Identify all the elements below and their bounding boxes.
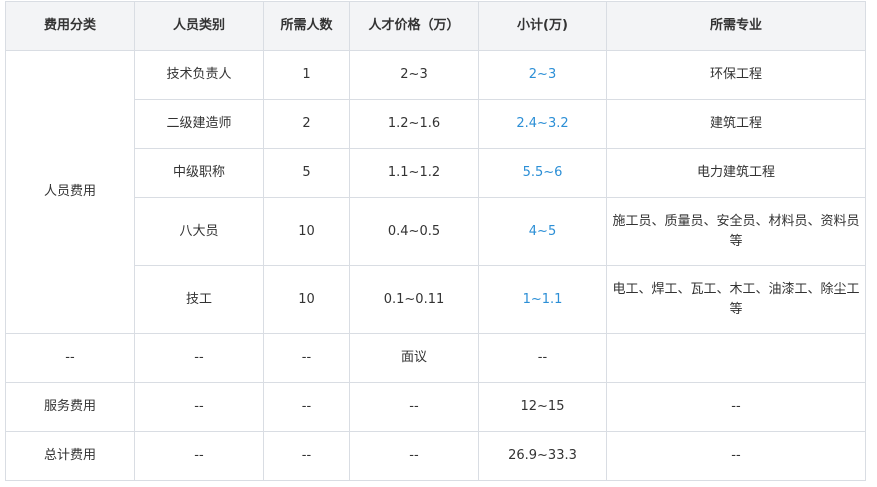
subtotal-cell: 2.4~3.2 <box>478 99 607 149</box>
type-cell: 技工 <box>134 265 264 334</box>
header-personnel-type: 人员类别 <box>134 1 264 51</box>
major-cell <box>606 333 866 383</box>
type-cell: 技术负责人 <box>134 50 264 100</box>
major-cell: 建筑工程 <box>606 99 866 149</box>
price-cell: 0.4~0.5 <box>349 197 479 266</box>
major-cell: 施工员、质量员、安全员、材料员、资料员等 <box>606 197 866 266</box>
cost-table: 费用分类 人员类别 所需人数 人才价格（万） 小计(万) 所需专业 人员费用 技… <box>5 1 866 481</box>
price-cell: 2~3 <box>349 50 479 100</box>
type-cell: 中级职称 <box>134 148 264 198</box>
major-cell: 环保工程 <box>606 50 866 100</box>
category-cell: 人员费用 <box>5 50 135 334</box>
type-cell: -- <box>134 333 264 383</box>
table-row: 二级建造师 2 1.2~1.6 2.4~3.2 建筑工程 <box>6 99 866 149</box>
total-row: 总计费用 -- -- -- 26.9~33.3 -- <box>5 431 866 481</box>
count-cell: 10 <box>263 265 350 334</box>
price-cell: 面议 <box>349 333 479 383</box>
table-row: 技工 10 0.1~0.11 1~1.1 电工、焊工、瓦工、木工、油漆工、除尘工… <box>6 265 866 334</box>
count-cell: 5 <box>263 148 350 198</box>
subtotal-cell: -- <box>478 333 607 383</box>
price-cell: -- <box>349 431 479 481</box>
subtotal-cell: 1~1.1 <box>478 265 607 334</box>
header-cost-category: 费用分类 <box>5 1 135 51</box>
count-cell: 2 <box>263 99 350 149</box>
header-headcount: 所需人数 <box>263 1 350 51</box>
count-cell: -- <box>263 382 350 432</box>
major-cell: -- <box>606 431 866 481</box>
price-cell: 0.1~0.11 <box>349 265 479 334</box>
category-cell: 服务费用 <box>5 382 135 432</box>
header-required-major: 所需专业 <box>606 1 866 51</box>
count-cell: 10 <box>263 197 350 266</box>
major-cell: 电力建筑工程 <box>606 148 866 198</box>
type-cell: -- <box>134 382 264 432</box>
count-cell: 1 <box>263 50 350 100</box>
price-cell: -- <box>349 382 479 432</box>
misc-row: -- -- -- 面议 -- <box>5 333 866 383</box>
subtotal-cell: 2~3 <box>478 50 607 100</box>
table-header-row: 费用分类 人员类别 所需人数 人才价格（万） 小计(万) 所需专业 <box>5 1 866 51</box>
subtotal-cell: 5.5~6 <box>478 148 607 198</box>
major-cell: 电工、焊工、瓦工、木工、油漆工、除尘工等 <box>606 265 866 334</box>
service-row: 服务费用 -- -- -- 12~15 -- <box>5 382 866 432</box>
type-cell: 八大员 <box>134 197 264 266</box>
category-cell: 总计费用 <box>5 431 135 481</box>
major-cell: -- <box>606 382 866 432</box>
table-row: 人员费用 技术负责人 1 2~3 2~3 环保工程 <box>5 50 866 334</box>
price-cell: 1.2~1.6 <box>349 99 479 149</box>
table-row: 中级职称 5 1.1~1.2 5.5~6 电力建筑工程 <box>6 148 866 198</box>
header-talent-price: 人才价格（万） <box>349 1 479 51</box>
count-cell: -- <box>263 333 350 383</box>
count-cell: -- <box>263 431 350 481</box>
subtotal-cell: 26.9~33.3 <box>478 431 607 481</box>
price-cell: 1.1~1.2 <box>349 148 479 198</box>
header-subtotal: 小计(万) <box>478 1 607 51</box>
subtotal-cell: 4~5 <box>478 197 607 266</box>
subtotal-cell: 12~15 <box>478 382 607 432</box>
category-cell: -- <box>5 333 135 383</box>
table-row: 八大员 10 0.4~0.5 4~5 施工员、质量员、安全员、材料员、资料员等 <box>6 197 866 266</box>
type-cell: -- <box>134 431 264 481</box>
type-cell: 二级建造师 <box>134 99 264 149</box>
